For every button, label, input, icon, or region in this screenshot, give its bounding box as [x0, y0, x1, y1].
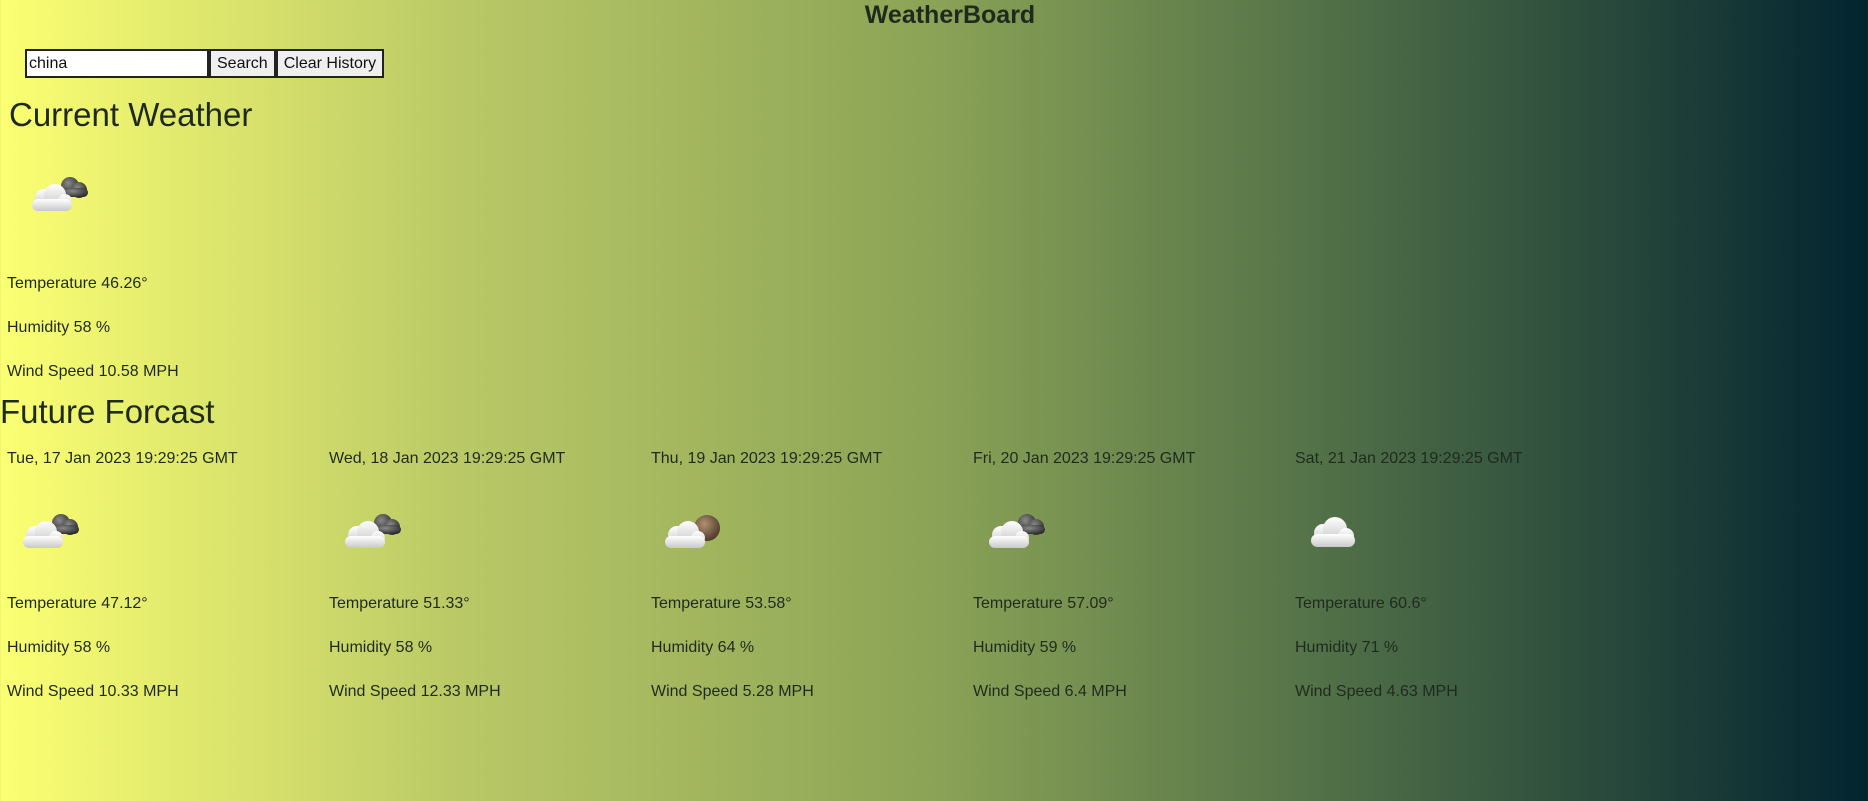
forecast-date: Sat, 21 Jan 2023 19:29:25 GMT	[1295, 450, 1523, 467]
forecast-temperature: Temperature 60.6°	[1295, 595, 1427, 612]
forecast-temperature: Temperature 53.58°	[651, 595, 792, 612]
forecast-humidity: Humidity 58 %	[7, 639, 111, 656]
forecast-card: Sat, 21 Jan 2023 19:29:25 GMT Temperatur…	[1295, 449, 1595, 709]
scattered-clouds-icon	[657, 505, 729, 557]
forecast-temperature: Temperature 57.09°	[973, 595, 1114, 612]
broken-clouds-icon	[335, 505, 407, 557]
forecast-temperature: Temperature 47.12°	[7, 595, 148, 612]
forecast-wind-speed: Wind Speed 6.4 MPH	[973, 683, 1127, 700]
future-forecast-heading: Future Forcast	[0, 393, 215, 430]
forecast-card: Thu, 19 Jan 2023 19:29:25 GMT Temperatur…	[651, 449, 951, 709]
broken-clouds-icon	[13, 505, 85, 557]
search-input[interactable]	[25, 49, 209, 78]
forecast-wind-speed: Wind Speed 10.33 MPH	[7, 683, 179, 700]
forecast-card: Tue, 17 Jan 2023 19:29:25 GMT Temperatur…	[7, 449, 307, 709]
forecast-humidity: Humidity 59 %	[973, 639, 1077, 656]
search-bar: Search Clear History	[25, 49, 385, 78]
forecast-wind-speed: Wind Speed 4.63 MPH	[1295, 683, 1458, 700]
current-weather-heading: Current Weather	[9, 96, 253, 133]
current-humidity: Humidity 58 %	[7, 319, 111, 336]
forecast-wind-speed: Wind Speed 5.28 MPH	[651, 683, 814, 700]
forecast-humidity: Humidity 64 %	[651, 639, 755, 656]
broken-clouds-icon	[22, 168, 94, 220]
forecast-card: Fri, 20 Jan 2023 19:29:25 GMT Temperatur…	[973, 449, 1273, 709]
current-wind-speed: Wind Speed 10.58 MPH	[7, 363, 179, 380]
clear-history-button[interactable]: Clear History	[275, 49, 385, 78]
current-temperature: Temperature 46.26°	[7, 275, 148, 292]
forecast-date: Wed, 18 Jan 2023 19:29:25 GMT	[329, 450, 566, 467]
forecast-date: Tue, 17 Jan 2023 19:29:25 GMT	[7, 450, 238, 467]
broken-clouds-icon	[979, 505, 1051, 557]
forecast-date: Thu, 19 Jan 2023 19:29:25 GMT	[651, 450, 883, 467]
forecast-card: Wed, 18 Jan 2023 19:29:25 GMT Temperatur…	[329, 449, 629, 709]
forecast-humidity: Humidity 71 %	[1295, 639, 1399, 656]
app-title: WeatherBoard	[864, 1, 1036, 29]
forecast-wind-speed: Wind Speed 12.33 MPH	[329, 683, 501, 700]
forecast-temperature: Temperature 51.33°	[329, 595, 470, 612]
forecast-date: Fri, 20 Jan 2023 19:29:25 GMT	[973, 450, 1196, 467]
cloud-icon	[1301, 505, 1373, 557]
search-button[interactable]: Search	[209, 49, 276, 78]
forecast-humidity: Humidity 58 %	[329, 639, 433, 656]
